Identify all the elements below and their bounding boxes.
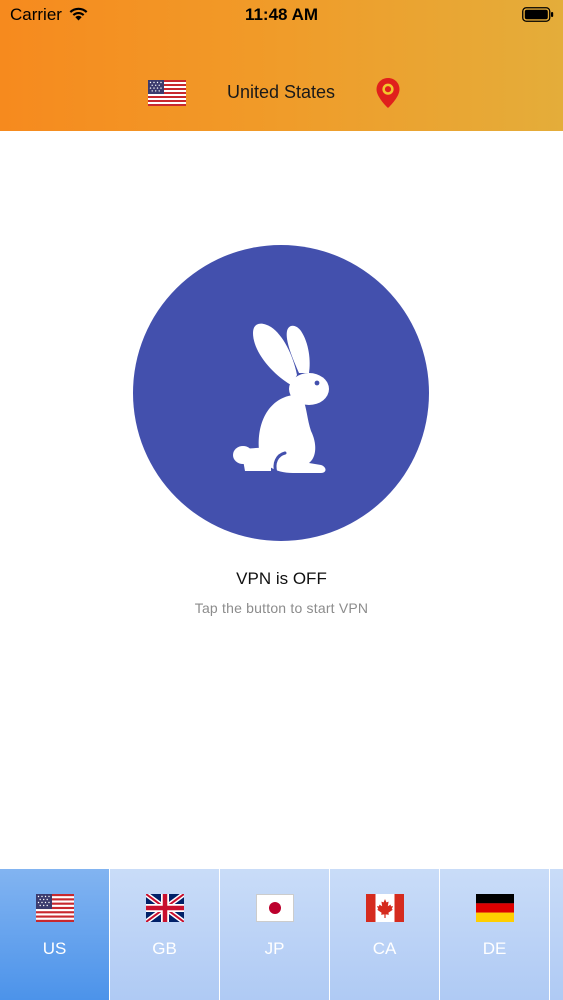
tab-label: GB: [152, 939, 177, 958]
battery-icon: [522, 7, 554, 22]
tab-country-more[interactable]: [550, 869, 563, 1000]
tab-country-us[interactable]: US: [0, 869, 110, 1000]
us-flag-icon: [148, 80, 186, 106]
us-flag-icon: [36, 894, 74, 922]
tab-label: US: [42, 939, 67, 958]
selected-country-name: United States: [226, 82, 336, 102]
header: Carrier 11:48 AM United States: [0, 0, 563, 131]
tab-label: CA: [372, 939, 397, 958]
vpn-status-text: VPN is OFF: [236, 569, 327, 588]
jp-flag-icon: [256, 894, 294, 922]
rabbit-icon: [233, 323, 329, 475]
de-flag-icon: [476, 894, 514, 922]
country-tab-bar: US GB JP CA DE: [0, 869, 563, 1000]
tab-label: JP: [264, 939, 285, 958]
tab-country-jp[interactable]: JP: [220, 869, 330, 1000]
gb-flag-icon: [146, 894, 184, 922]
tab-country-de[interactable]: DE: [440, 869, 550, 1000]
tab-label: DE: [482, 939, 507, 958]
location-selector[interactable]: United States: [0, 72, 563, 114]
tab-country-ca[interactable]: CA: [330, 869, 440, 1000]
tab-country-gb[interactable]: GB: [110, 869, 220, 1000]
clock: 11:48 AM: [244, 5, 319, 24]
map-pin-icon[interactable]: [375, 77, 401, 109]
status-bar: Carrier 11:48 AM: [0, 0, 563, 32]
vpn-connect-button[interactable]: [133, 245, 429, 541]
ca-flag-icon: [366, 894, 404, 922]
vpn-hint-text: Tap the button to start VPN: [194, 600, 369, 616]
